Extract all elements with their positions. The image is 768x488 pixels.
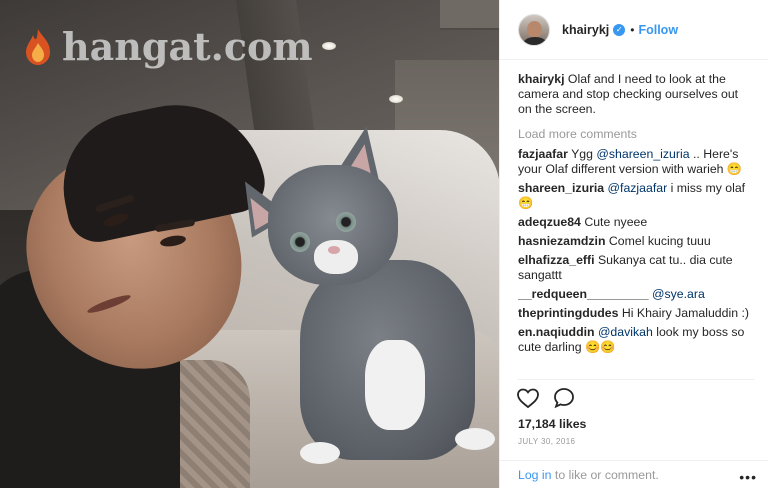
login-prompt-text: to like or comment. (551, 467, 659, 482)
post-footer: Log in to like or comment. ••• (500, 460, 768, 488)
login-link[interactable]: Log in (518, 468, 552, 482)
comment-username[interactable]: en.naqiuddin (518, 325, 595, 339)
watermark: hangat.com (22, 24, 313, 69)
ceiling-light (322, 42, 336, 50)
cat-chest (365, 340, 425, 430)
login-prompt: Log in to like or comment. (518, 468, 659, 482)
comment-username[interactable]: hasniezamdzin (518, 234, 605, 248)
comment-row: theprintingdudes Hi Khairy Jamaluddin :) (518, 306, 754, 321)
comment-row: __redqueen_________ @sye.ara (518, 287, 754, 302)
emoji-icon: 😁 (518, 196, 534, 210)
follow-button[interactable]: Follow (638, 23, 678, 37)
comment-username[interactable]: shareen_izuria (518, 181, 604, 195)
action-bar (516, 386, 576, 410)
separator-dot: • (630, 22, 635, 37)
cat-paw (300, 442, 340, 464)
comment-mention[interactable]: @sye.ara (652, 287, 705, 301)
comment-text: Hi Khairy Jamaluddin :) (621, 306, 749, 320)
comment-text: Ygg (571, 147, 597, 161)
emoji-icon: 😁 (726, 162, 743, 176)
cat-nose (328, 246, 340, 254)
post-sidebar: khairykj ✓ • Follow khairykj Olaf and I … (499, 0, 768, 488)
cat-paw (455, 428, 495, 450)
emoji-icon: 😊😊 (585, 340, 616, 354)
comment-username[interactable]: fazjaafar (518, 147, 568, 161)
comment-username[interactable]: theprintingdudes (518, 306, 618, 320)
post-header: khairykj ✓ • Follow (500, 0, 768, 60)
comment-row: fazjaafar Ygg @shareen_izuria .. Here's … (518, 147, 754, 177)
post-caption: khairykj Olaf and I need to look at the … (518, 72, 754, 117)
cat-muzzle (314, 240, 358, 274)
avatar[interactable] (518, 13, 550, 46)
comment-row: elhafizza_effi Sukanya cat tu.. dia cute… (518, 253, 754, 283)
comment-username[interactable]: adeqzue84 (518, 215, 581, 229)
comment-text: i miss my olaf (667, 181, 746, 195)
verified-badge-icon: ✓ (613, 23, 626, 36)
watermark-text: hangat.com (62, 24, 313, 69)
flame-icon (26, 28, 50, 65)
comment-mention[interactable]: @davikah (598, 325, 653, 339)
comment-icon[interactable] (552, 386, 576, 410)
more-options-icon[interactable]: ••• (739, 469, 757, 485)
comment-username[interactable]: elhafizza_effi (518, 253, 595, 267)
comment-row: en.naqiuddin @davikah look my boss so cu… (518, 325, 754, 355)
load-more-comments[interactable]: Load more comments (518, 127, 754, 141)
heart-icon[interactable] (516, 386, 540, 410)
likes-count[interactable]: 17,184 likes (518, 417, 586, 431)
comment-username[interactable]: __redqueen_________ (518, 287, 649, 301)
caption-username[interactable]: khairykj (518, 72, 565, 86)
cat-eye (336, 212, 356, 232)
comment-text: Comel kucing tuuu (608, 234, 711, 248)
post-date[interactable]: JULY 30, 2016 (518, 437, 575, 446)
divider (518, 379, 754, 380)
comment-row: hasniezamdzin Comel kucing tuuu (518, 234, 754, 249)
ceiling-vent (440, 0, 499, 30)
comment-text: Cute nyeee (584, 215, 648, 229)
comment-row: adeqzue84 Cute nyeee (518, 215, 754, 230)
header-username[interactable]: khairykj (562, 23, 609, 37)
comment-row: shareen_izuria @fazjaafar i miss my olaf… (518, 181, 754, 211)
comments-list[interactable]: khairykj Olaf and I need to look at the … (518, 72, 754, 378)
post-photo[interactable]: hangat.com (0, 0, 499, 488)
comment-mention[interactable]: @fazjaafar (608, 181, 668, 195)
cat-eye (290, 232, 310, 252)
ceiling-light (389, 95, 403, 103)
comment-mention[interactable]: @shareen_izuria (596, 147, 689, 161)
